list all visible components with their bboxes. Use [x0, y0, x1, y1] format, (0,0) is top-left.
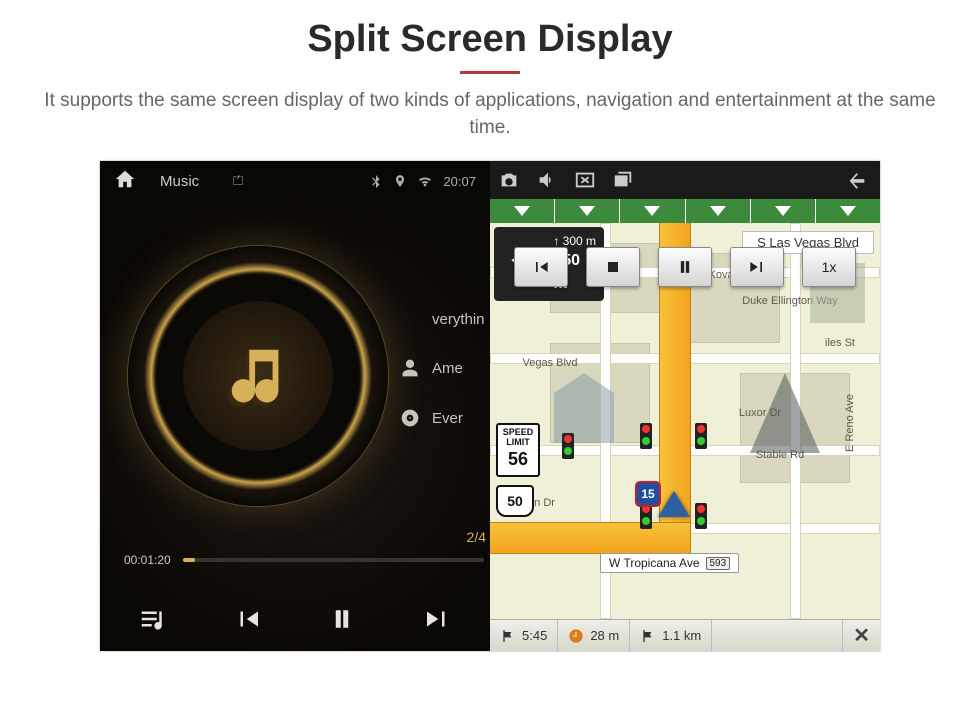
music-header-label: Music — [160, 173, 199, 190]
lane-arrow — [685, 199, 750, 223]
sim-pause-button[interactable] — [658, 247, 712, 287]
pause-button[interactable] — [320, 597, 364, 641]
progress-row: 00:01:20 — [124, 553, 484, 567]
bluetooth-icon — [369, 174, 383, 188]
clock-icon — [568, 628, 584, 644]
road-label: Vegas Blvd — [522, 357, 577, 369]
playback-controls — [100, 597, 490, 641]
wifi-icon — [417, 173, 433, 189]
page-title: Split Screen Display — [0, 0, 980, 61]
street-pill: W Tropicana Ave 593 — [600, 553, 739, 573]
volume-icon[interactable] — [536, 169, 558, 191]
system-bar — [490, 161, 880, 199]
album-icon — [400, 408, 420, 428]
lane-arrow — [619, 199, 684, 223]
lane-arrow — [490, 199, 554, 223]
exit-badge: 593 — [706, 557, 731, 570]
next-turn-segment: 1.1 km — [630, 620, 712, 651]
progress-bar[interactable] — [183, 558, 484, 562]
traffic-light-icon — [695, 423, 707, 449]
track-meta: verythin Ame Ever — [400, 311, 485, 428]
home-icon[interactable] — [114, 168, 136, 194]
route-shield: 50 — [496, 485, 534, 517]
remaining-segment: 28 m — [558, 620, 630, 651]
prev-button[interactable] — [226, 597, 270, 641]
album-art — [128, 246, 388, 506]
sim-playback-bar: 1x — [500, 247, 870, 287]
navigation-pane: Koval Ln Duke Ellington Way Vegas Blvd i… — [490, 161, 880, 651]
track-title: verythin — [432, 311, 485, 328]
page-description: It supports the same screen display of t… — [0, 88, 980, 161]
eta-segment: 5:45 — [490, 620, 558, 651]
location-icon — [393, 174, 407, 188]
nav-bottom-bar: 5:45 28 m 1.1 km ✕ — [490, 619, 880, 651]
traffic-light-icon — [640, 503, 652, 529]
vehicle-cursor-icon — [658, 491, 690, 517]
artist-icon — [400, 358, 420, 378]
traffic-light-icon — [640, 423, 652, 449]
track-album: Ever — [432, 410, 463, 427]
flag-icon — [640, 628, 656, 644]
sim-prev-button[interactable] — [514, 247, 568, 287]
music-header: Music ⏍ 20:07 — [100, 161, 490, 201]
device-frame: Music ⏍ 20:07 verythin Ame — [100, 161, 880, 651]
traffic-light-icon — [695, 503, 707, 529]
sim-stop-button[interactable] — [586, 247, 640, 287]
sim-next-button[interactable] — [730, 247, 784, 287]
flag-icon — [500, 628, 516, 644]
nav-menu-button[interactable]: ✕ — [842, 620, 880, 651]
traffic-light-icon — [562, 433, 574, 459]
playlist-button[interactable] — [131, 597, 175, 641]
track-counter: 2/4 — [467, 529, 486, 545]
title-underline — [460, 71, 520, 74]
speed-limit-sign: SPEED LIMIT 56 — [496, 423, 540, 477]
track-artist: Ame — [432, 360, 463, 377]
camera-icon[interactable] — [498, 169, 520, 191]
status-time: 20:07 — [443, 174, 476, 189]
lane-arrow-strip — [490, 199, 880, 223]
music-note-icon — [223, 341, 293, 411]
multitask-icon[interactable] — [612, 169, 634, 191]
next-button[interactable] — [415, 597, 459, 641]
road-label: E Reno Ave — [844, 394, 856, 452]
lane-arrow — [815, 199, 880, 223]
sim-speed-button[interactable]: 1x — [802, 247, 856, 287]
usb-icon: ⏍ — [233, 173, 243, 189]
back-icon[interactable] — [842, 169, 872, 191]
music-pane: Music ⏍ 20:07 verythin Ame — [100, 161, 490, 651]
elapsed-time: 00:01:20 — [124, 553, 171, 567]
lane-arrow — [750, 199, 815, 223]
road-label: iles St — [825, 337, 855, 349]
building-icon — [750, 373, 820, 453]
lane-arrow — [554, 199, 619, 223]
close-window-icon[interactable] — [574, 169, 596, 191]
